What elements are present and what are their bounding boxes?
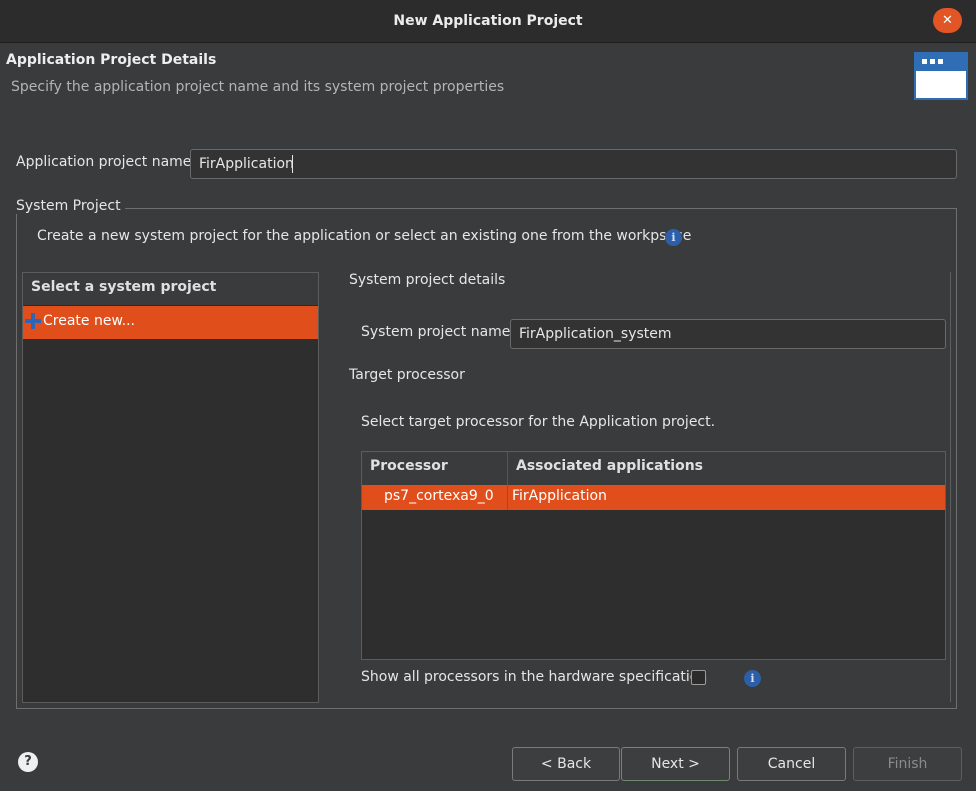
text-caret bbox=[292, 155, 293, 173]
details-heading: System project details bbox=[349, 272, 506, 288]
plus-icon bbox=[25, 313, 41, 329]
details-divider bbox=[950, 272, 951, 702]
cancel-button[interactable]: Cancel bbox=[737, 747, 846, 781]
page-title: Application Project Details bbox=[6, 52, 217, 68]
column-header-processor[interactable]: Processor bbox=[370, 458, 448, 474]
cell-divider bbox=[507, 485, 508, 510]
app-name-label: Application project name: bbox=[16, 154, 197, 170]
show-all-processors-checkbox[interactable] bbox=[691, 670, 706, 685]
info-icon[interactable]: i bbox=[665, 229, 682, 246]
next-button[interactable]: Next > bbox=[621, 747, 730, 781]
help-icon[interactable]: ? bbox=[18, 752, 38, 772]
system-name-input[interactable] bbox=[510, 319, 946, 349]
wizard-window-icon bbox=[914, 52, 968, 100]
page-subtitle: Specify the application project name and… bbox=[11, 79, 505, 95]
finish-button[interactable]: Finish bbox=[853, 747, 962, 781]
system-name-label: System project name: bbox=[361, 324, 516, 340]
system-project-legend: System Project bbox=[16, 198, 125, 214]
close-button[interactable]: ✕ bbox=[933, 8, 962, 33]
table-cell-applications[interactable]: FirApplication bbox=[512, 488, 607, 504]
back-button[interactable]: < Back bbox=[512, 747, 620, 781]
list-item-label[interactable]: Create new... bbox=[43, 313, 135, 329]
target-processor-description: Select target processor for the Applicat… bbox=[361, 414, 716, 430]
info-icon[interactable]: i bbox=[744, 670, 761, 687]
target-processor-heading: Target processor bbox=[349, 367, 465, 383]
system-project-description: Create a new system project for the appl… bbox=[37, 228, 692, 244]
column-header-associated-applications[interactable]: Associated applications bbox=[516, 458, 703, 474]
app-name-input[interactable] bbox=[190, 149, 957, 179]
show-all-processors-label[interactable]: Show all processors in the hardware spec… bbox=[361, 669, 707, 685]
window-title: New Application Project bbox=[393, 13, 583, 29]
list-header-label: Select a system project bbox=[31, 279, 217, 295]
table-cell-processor[interactable]: ps7_cortexa9_0 bbox=[384, 488, 494, 504]
